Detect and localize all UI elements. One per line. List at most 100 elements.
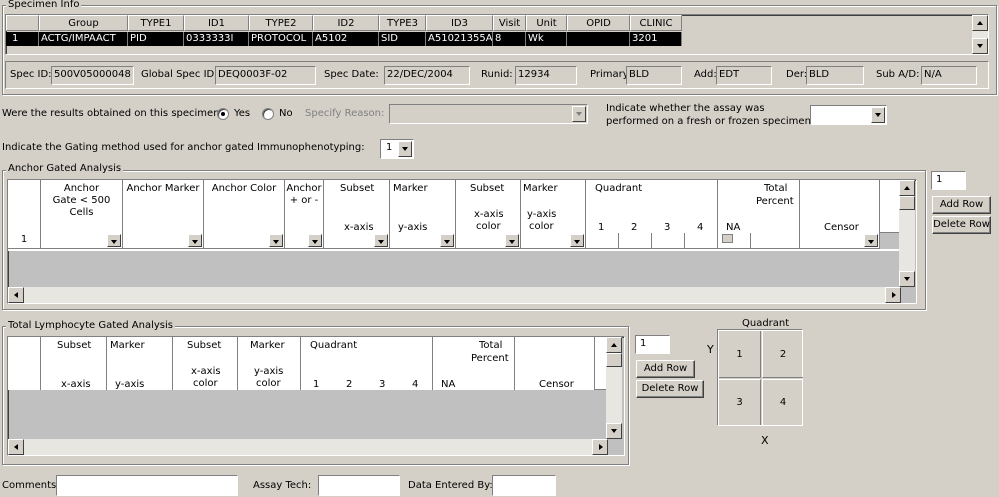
scroll-left-icon[interactable] [8, 287, 24, 303]
col-header-id1[interactable]: ID1 [184, 15, 249, 31]
col-subset-xcolor[interactable]: Subset x-axis color [456, 180, 521, 233]
lymph-vscroll[interactable] [606, 337, 622, 439]
assay-tech-input[interactable] [318, 475, 400, 496]
anchor-add-row-button[interactable]: Add Row [932, 196, 991, 214]
anchor-gate-select[interactable] [41, 233, 123, 249]
chevron-down-icon[interactable] [188, 234, 202, 247]
table-row[interactable]: 1 ACTG/IMPAACT PID 0333333I PROTOCOL A51… [6, 32, 682, 46]
lymph-row-count[interactable]: 1 [635, 335, 670, 354]
scroll-up-icon[interactable] [899, 180, 915, 196]
col-header-id2[interactable]: ID2 [313, 15, 379, 31]
col-total-percent[interactable]: Total Percent NA [718, 180, 800, 233]
col-anchor-color[interactable]: Anchor Color [204, 180, 285, 233]
anchor-row-count[interactable]: 1 [931, 171, 966, 190]
total-percent-input[interactable] [751, 233, 800, 249]
quadrant-1-input[interactable] [586, 233, 619, 249]
cell-group[interactable]: ACTG/IMPAACT [39, 32, 128, 46]
col-anchor-pm[interactable]: Anchor + or - [285, 180, 324, 233]
comments-input[interactable] [56, 475, 238, 496]
yes-label[interactable]: Yes [234, 108, 250, 120]
cell-id1[interactable]: 0333333I [184, 32, 249, 46]
col-marker-y[interactable]: Marker y-axis [107, 337, 173, 390]
col-header-type1[interactable]: TYPE1 [128, 15, 184, 31]
quadrant-2-input[interactable] [619, 233, 652, 249]
col-marker-ycolor[interactable]: Marker y-axis color [521, 180, 586, 233]
cell-clinic[interactable]: 3201 [630, 32, 682, 46]
lymph-grid[interactable]: Subset x-axis Marker y-axis Subset x-axi… [7, 336, 625, 456]
specimen-vscroll[interactable] [972, 15, 988, 54]
scroll-up-icon[interactable] [606, 337, 622, 353]
col-quadrant[interactable]: Quadrant 1 2 3 4 [586, 180, 718, 233]
anchor-color-select[interactable] [204, 233, 285, 249]
subset-x-select[interactable] [324, 233, 390, 249]
no-radio[interactable] [262, 108, 274, 120]
col-censor[interactable]: Censor [800, 180, 880, 233]
chevron-down-icon[interactable] [269, 234, 283, 247]
lymph-hscroll[interactable] [8, 439, 608, 455]
col-total-percent[interactable]: Total Percent NA [433, 337, 515, 390]
marker-ycolor-select[interactable] [521, 233, 586, 249]
scroll-thumb[interactable] [606, 353, 622, 367]
col-header-id3[interactable]: ID3 [426, 15, 493, 31]
chevron-down-icon[interactable] [398, 141, 412, 157]
scroll-down-icon[interactable] [972, 38, 988, 54]
anchor-grid[interactable]: Anchor Gate < 500 Cells Anchor Marker An… [7, 179, 917, 304]
col-header-type3[interactable]: TYPE3 [379, 15, 426, 31]
quadrant-3-input[interactable] [652, 233, 685, 249]
quadrant-4-input[interactable] [685, 233, 718, 249]
table-row[interactable]: 1 [8, 233, 880, 249]
data-entered-input[interactable] [492, 475, 556, 496]
chevron-down-icon[interactable] [107, 234, 121, 247]
cell-unit[interactable]: Wk [526, 32, 567, 46]
cell-visit[interactable]: 8 [493, 32, 526, 46]
col-anchor-marker[interactable]: Anchor Marker [123, 180, 204, 233]
scroll-down-icon[interactable] [899, 271, 915, 287]
chevron-down-icon[interactable] [308, 234, 322, 247]
censor-select[interactable] [800, 233, 880, 249]
cell-opid[interactable] [567, 32, 630, 46]
anchor-vscroll[interactable] [899, 180, 915, 287]
lymph-delete-row-button[interactable]: Delete Row [636, 380, 704, 398]
scroll-right-icon[interactable] [592, 439, 608, 455]
cell-id2[interactable]: A5102 [313, 32, 379, 46]
anchor-delete-row-button[interactable]: Delete Row [932, 216, 991, 234]
col-marker-y[interactable]: Marker y-axis [390, 180, 456, 233]
chevron-down-icon[interactable] [871, 107, 885, 123]
scroll-up-icon[interactable] [972, 15, 988, 31]
anchor-hscroll[interactable] [8, 287, 901, 303]
col-marker-ycolor[interactable]: Marker y-axis color [238, 337, 301, 390]
col-subset-x[interactable]: Subset x-axis [324, 180, 390, 233]
col-quadrant[interactable]: Quadrant 1 2 3 4 [301, 337, 433, 390]
col-anchor-gate[interactable]: Anchor Gate < 500 Cells [41, 180, 123, 233]
specimen-grid[interactable]: Group TYPE1 ID1 TYPE2 ID2 TYPE3 ID3 Visi… [5, 14, 989, 55]
chevron-down-icon[interactable] [864, 234, 878, 247]
no-label[interactable]: No [279, 108, 293, 120]
subset-xcolor-select[interactable] [456, 233, 521, 249]
scroll-left-icon[interactable] [8, 439, 24, 455]
na-checkbox-cell[interactable] [718, 233, 751, 249]
chevron-down-icon[interactable] [440, 234, 454, 247]
cell-type1[interactable]: PID [128, 32, 184, 46]
na-checkbox[interactable] [722, 234, 733, 243]
col-censor[interactable]: Censor [515, 337, 595, 390]
col-header-type2[interactable]: TYPE2 [249, 15, 313, 31]
cell-type3[interactable]: SID [379, 32, 426, 46]
anchor-marker-select[interactable] [123, 233, 204, 249]
col-header-group[interactable]: Group [39, 15, 128, 31]
gating-method-select[interactable]: 1 [380, 139, 414, 159]
scroll-down-icon[interactable] [606, 423, 622, 439]
col-header-opid[interactable]: OPID [567, 15, 630, 31]
col-header-unit[interactable]: Unit [526, 15, 567, 31]
col-subset-xcolor[interactable]: Subset x-axis color [173, 337, 238, 390]
cell-id3[interactable]: A51021355A [426, 32, 493, 46]
chevron-down-icon[interactable] [374, 234, 388, 247]
col-subset-x[interactable]: Subset x-axis [41, 337, 107, 390]
scroll-thumb[interactable] [899, 196, 915, 210]
chevron-down-icon[interactable] [570, 234, 584, 247]
marker-y-select[interactable] [390, 233, 456, 249]
scroll-right-icon[interactable] [885, 287, 901, 303]
chevron-down-icon[interactable] [505, 234, 519, 247]
fresh-frozen-select[interactable] [810, 105, 887, 125]
col-header-visit[interactable]: Visit [493, 15, 526, 31]
cell-type2[interactable]: PROTOCOL [249, 32, 313, 46]
